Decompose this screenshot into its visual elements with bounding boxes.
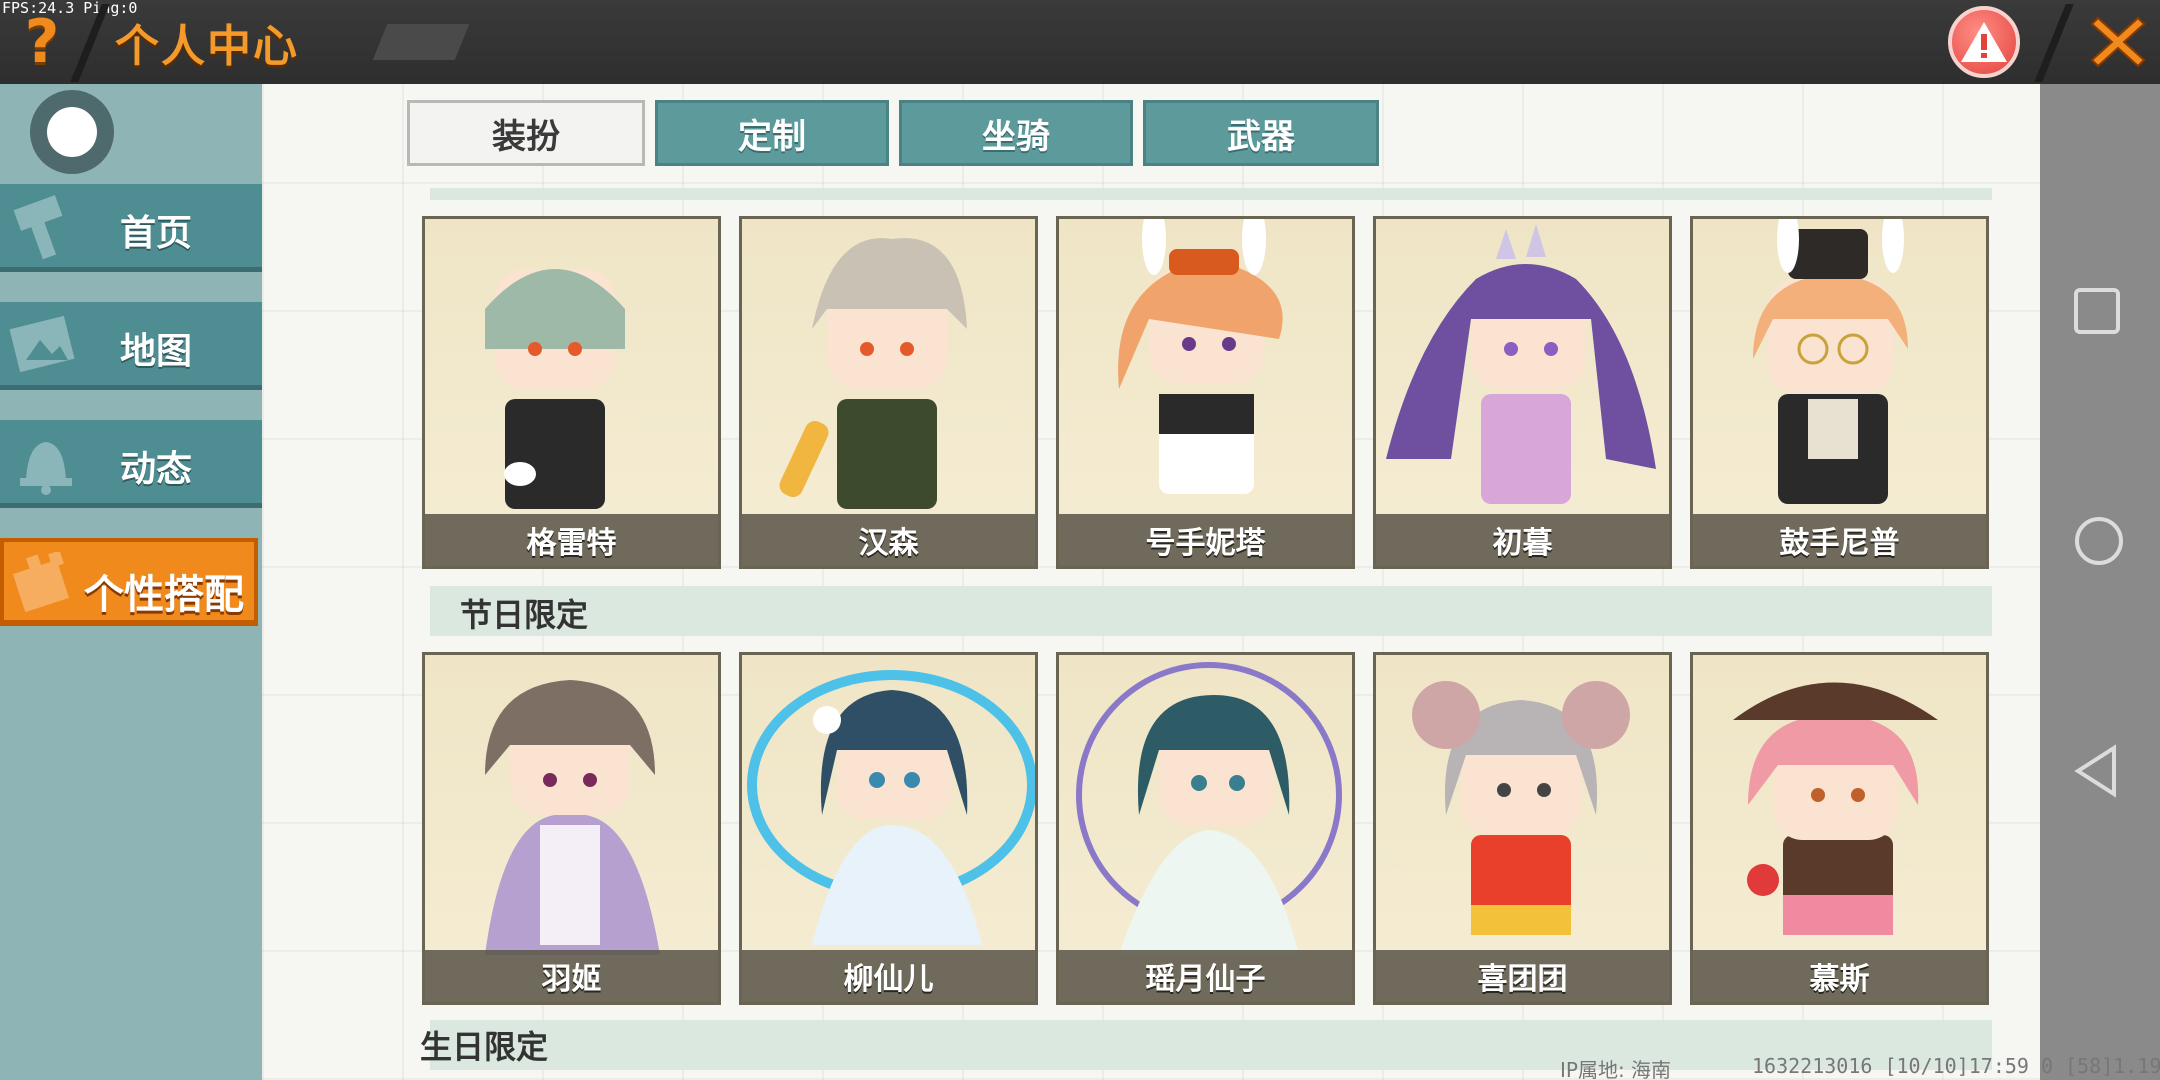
skin-card[interactable]: 慕斯: [1690, 652, 1989, 1005]
skin-figure: [1118, 219, 1283, 494]
skin-card[interactable]: 号手妮塔: [1056, 216, 1355, 569]
skin-figure: [1076, 662, 1342, 955]
section-title: 节日限定: [460, 596, 589, 634]
map-icon: [9, 315, 75, 373]
skin-card[interactable]: 鼓手尼普: [1690, 216, 1989, 569]
skin-figure: [747, 670, 1035, 945]
skin-figure: [485, 269, 625, 509]
skin-name: 慕斯: [1809, 962, 1870, 997]
tab-mount[interactable]: 坐骑: [899, 100, 1133, 166]
skin-card[interactable]: 初暮: [1373, 216, 1672, 569]
report-button[interactable]: [1948, 6, 2020, 78]
avatar-button[interactable]: [30, 90, 114, 174]
tab-label: 武器: [1227, 116, 1295, 157]
back-icon[interactable]: [2072, 744, 2122, 798]
section-title: 生日限定: [420, 1028, 549, 1066]
warning-icon: [1961, 22, 2007, 62]
skin-name: 瑶月仙子: [1145, 962, 1266, 997]
skin-card[interactable]: 瑶月仙子: [1056, 652, 1355, 1005]
divider: [2034, 4, 2074, 82]
ip-location: IP属地: 海南: [1560, 1058, 1672, 1080]
sidebar-item-feed[interactable]: 动态: [0, 420, 262, 508]
tab-label: 定制: [738, 116, 806, 157]
sidebar-item-label: 地图: [120, 331, 193, 372]
sidebar-item-label: 首页: [120, 213, 193, 254]
recent-apps-icon[interactable]: [2072, 286, 2122, 336]
sidebar-item-style[interactable]: 个性搭配: [0, 538, 258, 626]
close-icon: [2090, 16, 2146, 68]
skin-name: 号手妮塔: [1145, 526, 1266, 561]
section-header: [430, 586, 1992, 636]
skin-name: 柳仙儿: [843, 962, 934, 997]
build-info: 1632213016 [10/10]17:59 0 [58]1.19.1: [1752, 1054, 2160, 1078]
skin-card[interactable]: 羽姬: [422, 652, 721, 1005]
skin-figure: [1733, 682, 1938, 935]
tab-weapon[interactable]: 武器: [1143, 100, 1379, 166]
sidebar-item-label: 个性搭配: [84, 572, 244, 618]
skin-card[interactable]: 喜团团: [1373, 652, 1672, 1005]
sidebar-item-map[interactable]: 地图: [0, 302, 262, 390]
help-button[interactable]: ?: [14, 7, 70, 77]
skin-name: 汉森: [858, 526, 919, 561]
tab-label: 坐骑: [982, 116, 1050, 157]
home-icon[interactable]: [2072, 514, 2126, 568]
skin-name: 初暮: [1492, 526, 1553, 561]
hammer-icon: [13, 195, 63, 260]
avatar-circle: [47, 107, 97, 157]
tab-outfit[interactable]: 装扮: [407, 100, 645, 166]
skin-figure: [1753, 219, 1908, 504]
skin-figure: [1386, 224, 1656, 504]
sidebar-item-home[interactable]: 首页: [0, 184, 262, 272]
skin-name: 羽姬: [541, 962, 602, 997]
character-icon: [12, 552, 70, 613]
system-nav-bar: [2040, 84, 2160, 1080]
sidebar-item-label: 动态: [120, 449, 193, 490]
question-mark-icon: ?: [24, 7, 60, 77]
skin-figure: [1412, 681, 1630, 935]
page-title: 个人中心: [115, 21, 299, 72]
skin-name: 格雷特: [526, 526, 617, 561]
skin-figure: [779, 238, 967, 509]
section-divider: [430, 188, 1992, 200]
tab-custom[interactable]: 定制: [655, 100, 889, 166]
tab-label: 装扮: [492, 116, 560, 157]
skin-card[interactable]: 汉森: [739, 216, 1038, 569]
app-window: FPS:24.3 Ping:0 ? 个人中心 首页 地图 动态 个性搭配 装扮 …: [0, 0, 2160, 1080]
skin-figure: [485, 680, 660, 955]
top-bar: FPS:24.3 Ping:0 ? 个人中心: [0, 0, 2160, 84]
skin-card[interactable]: 柳仙儿: [739, 652, 1038, 1005]
skin-name: 鼓手尼普: [1779, 526, 1900, 561]
bell-icon: [20, 442, 72, 495]
close-button[interactable]: [2080, 4, 2156, 80]
skin-name: 喜团团: [1477, 962, 1568, 997]
sidebar: 首页 地图 动态 个性搭配: [0, 84, 262, 1080]
skin-card[interactable]: 格雷特: [422, 216, 721, 569]
